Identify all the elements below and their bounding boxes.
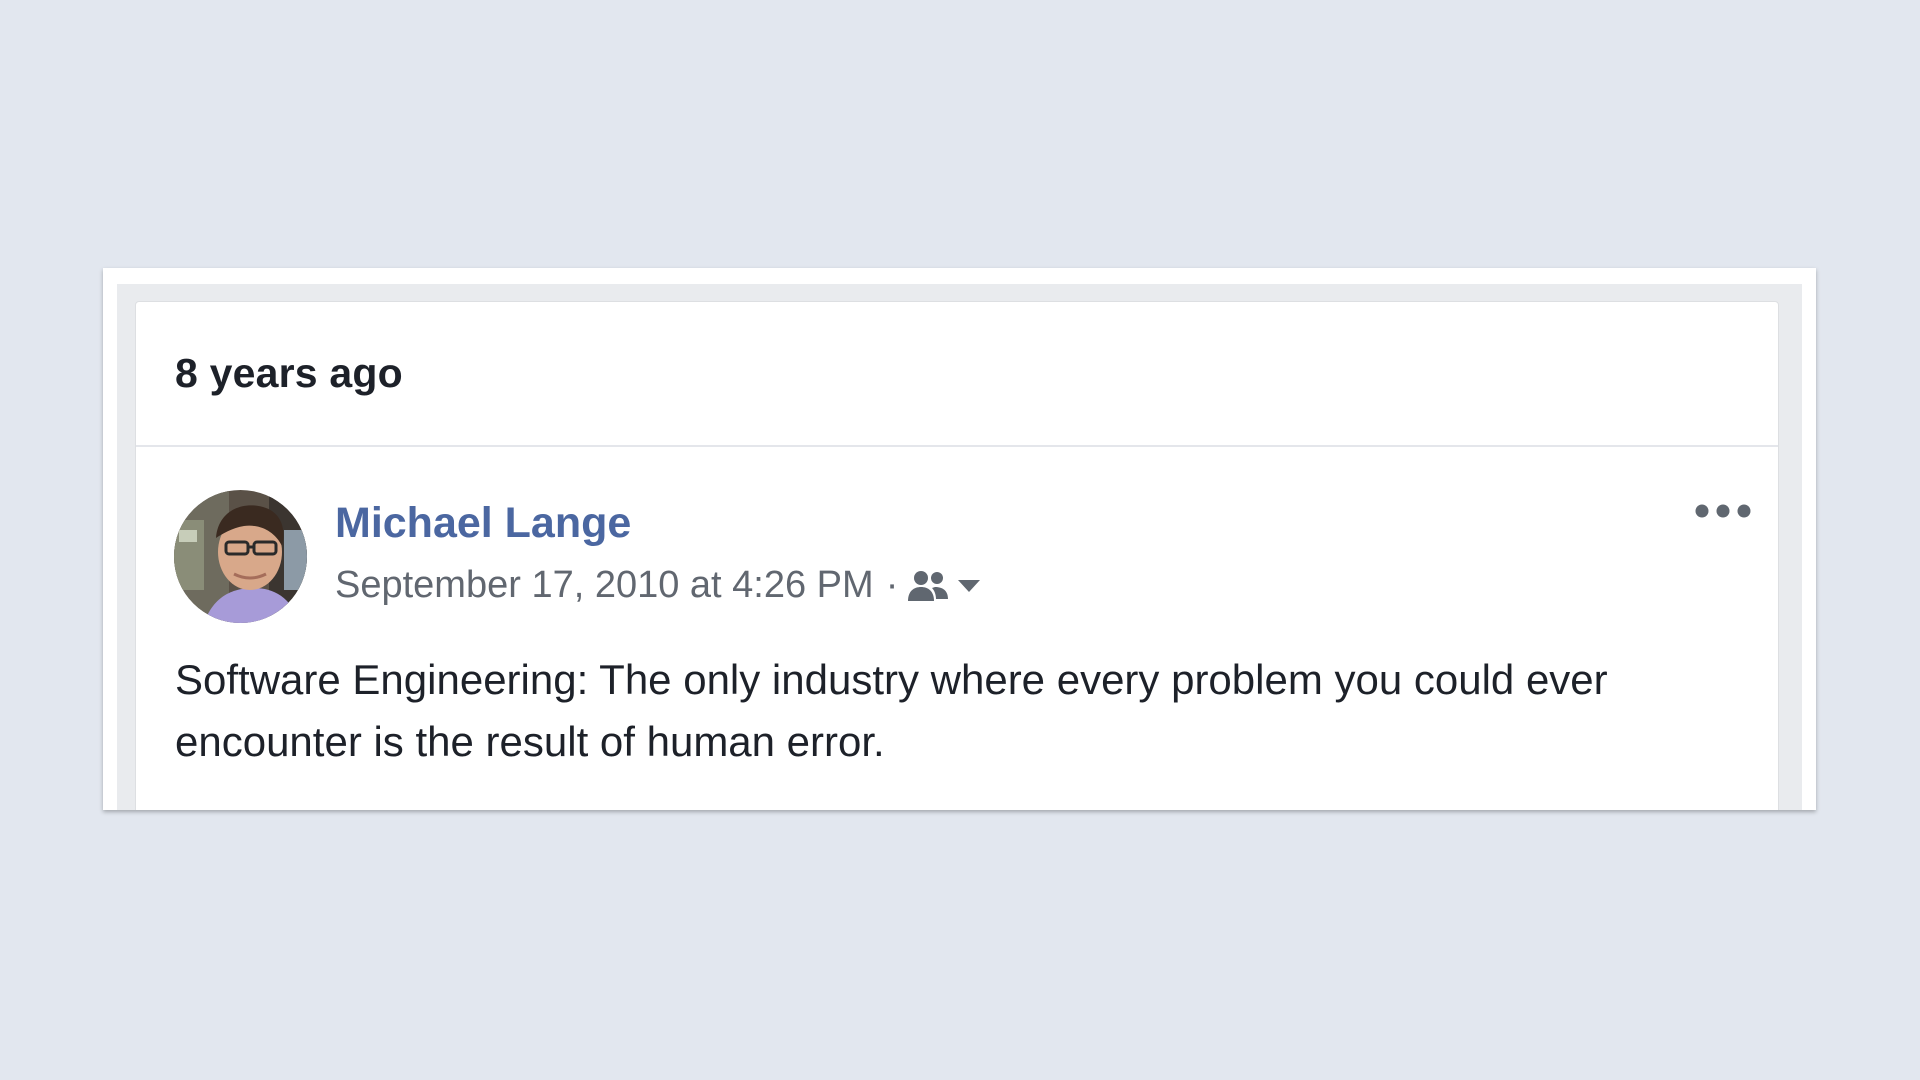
meta-separator: · xyxy=(885,564,899,606)
avatar[interactable] xyxy=(174,490,307,623)
avatar-photo xyxy=(174,490,307,623)
post-meta: September 17, 2010 at 4:26 PM · xyxy=(335,564,982,607)
more-options-icon xyxy=(1695,504,1751,518)
memory-frame: 8 years ago Michael Lange September 17, … xyxy=(103,268,1816,810)
memory-title: 8 years ago xyxy=(175,350,403,396)
post-timestamp[interactable]: September 17, 2010 at 4:26 PM xyxy=(335,564,874,607)
friends-icon xyxy=(908,570,949,601)
audience-selector[interactable] xyxy=(906,569,982,603)
author-name-link[interactable]: Michael Lange xyxy=(335,499,631,548)
more-options-button[interactable] xyxy=(1694,499,1752,523)
post-text: Software Engineering: The only industry … xyxy=(175,656,1608,765)
memory-card: 8 years ago Michael Lange September 17, … xyxy=(135,301,1779,810)
chevron-down-icon xyxy=(958,579,981,592)
memory-header: 8 years ago xyxy=(136,302,1778,447)
